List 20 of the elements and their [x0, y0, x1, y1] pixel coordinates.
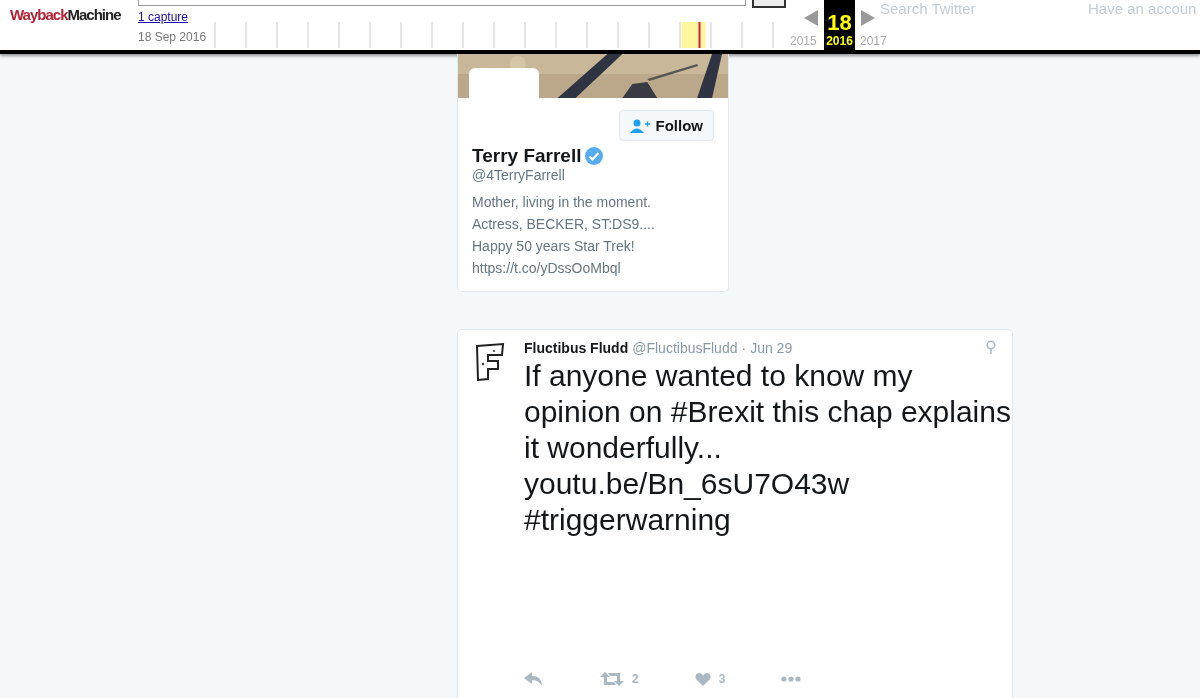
captures-link[interactable]: 1 capture [138, 10, 786, 24]
bio-line: Mother, living in the moment. [472, 193, 652, 212]
capture-date: 18 Sep 2016 [138, 30, 208, 44]
separator-dot: · [741, 340, 747, 356]
profile-handle[interactable]: @4TerryFarrell [472, 167, 714, 183]
action-count: 3 [718, 672, 726, 686]
day-number: 18 [827, 12, 852, 34]
tweet-handle[interactable]: @FluctibusFludd [632, 340, 738, 356]
bio-line: Happy 50 years Star Trek! [472, 237, 636, 256]
selected-year[interactable]: 18 2016 [824, 0, 855, 50]
profile-name[interactable]: Terry Farrell [472, 145, 582, 167]
wayback-logo[interactable]: WaybackMachine [10, 6, 121, 23]
bio-link[interactable]: https://t.co/yDssOoMbql [472, 257, 714, 279]
action-count: 2 [632, 672, 639, 686]
bio-line: Actress, BECKER, ST:DS9.... [472, 215, 656, 234]
tweet-author[interactable]: Fluctibus Fludd [524, 340, 629, 356]
follow-button[interactable]: Follow [618, 110, 714, 141]
year-label: 2016 [826, 34, 853, 48]
tweet-text: If anyone wanted to know my opinion on #Brexit this chap explains it wonderfully... youtu.be/Bn_6sU7O43w #triggerwarning [524, 358, 1012, 538]
tweet-date[interactable]: Jun 29 [750, 340, 793, 356]
